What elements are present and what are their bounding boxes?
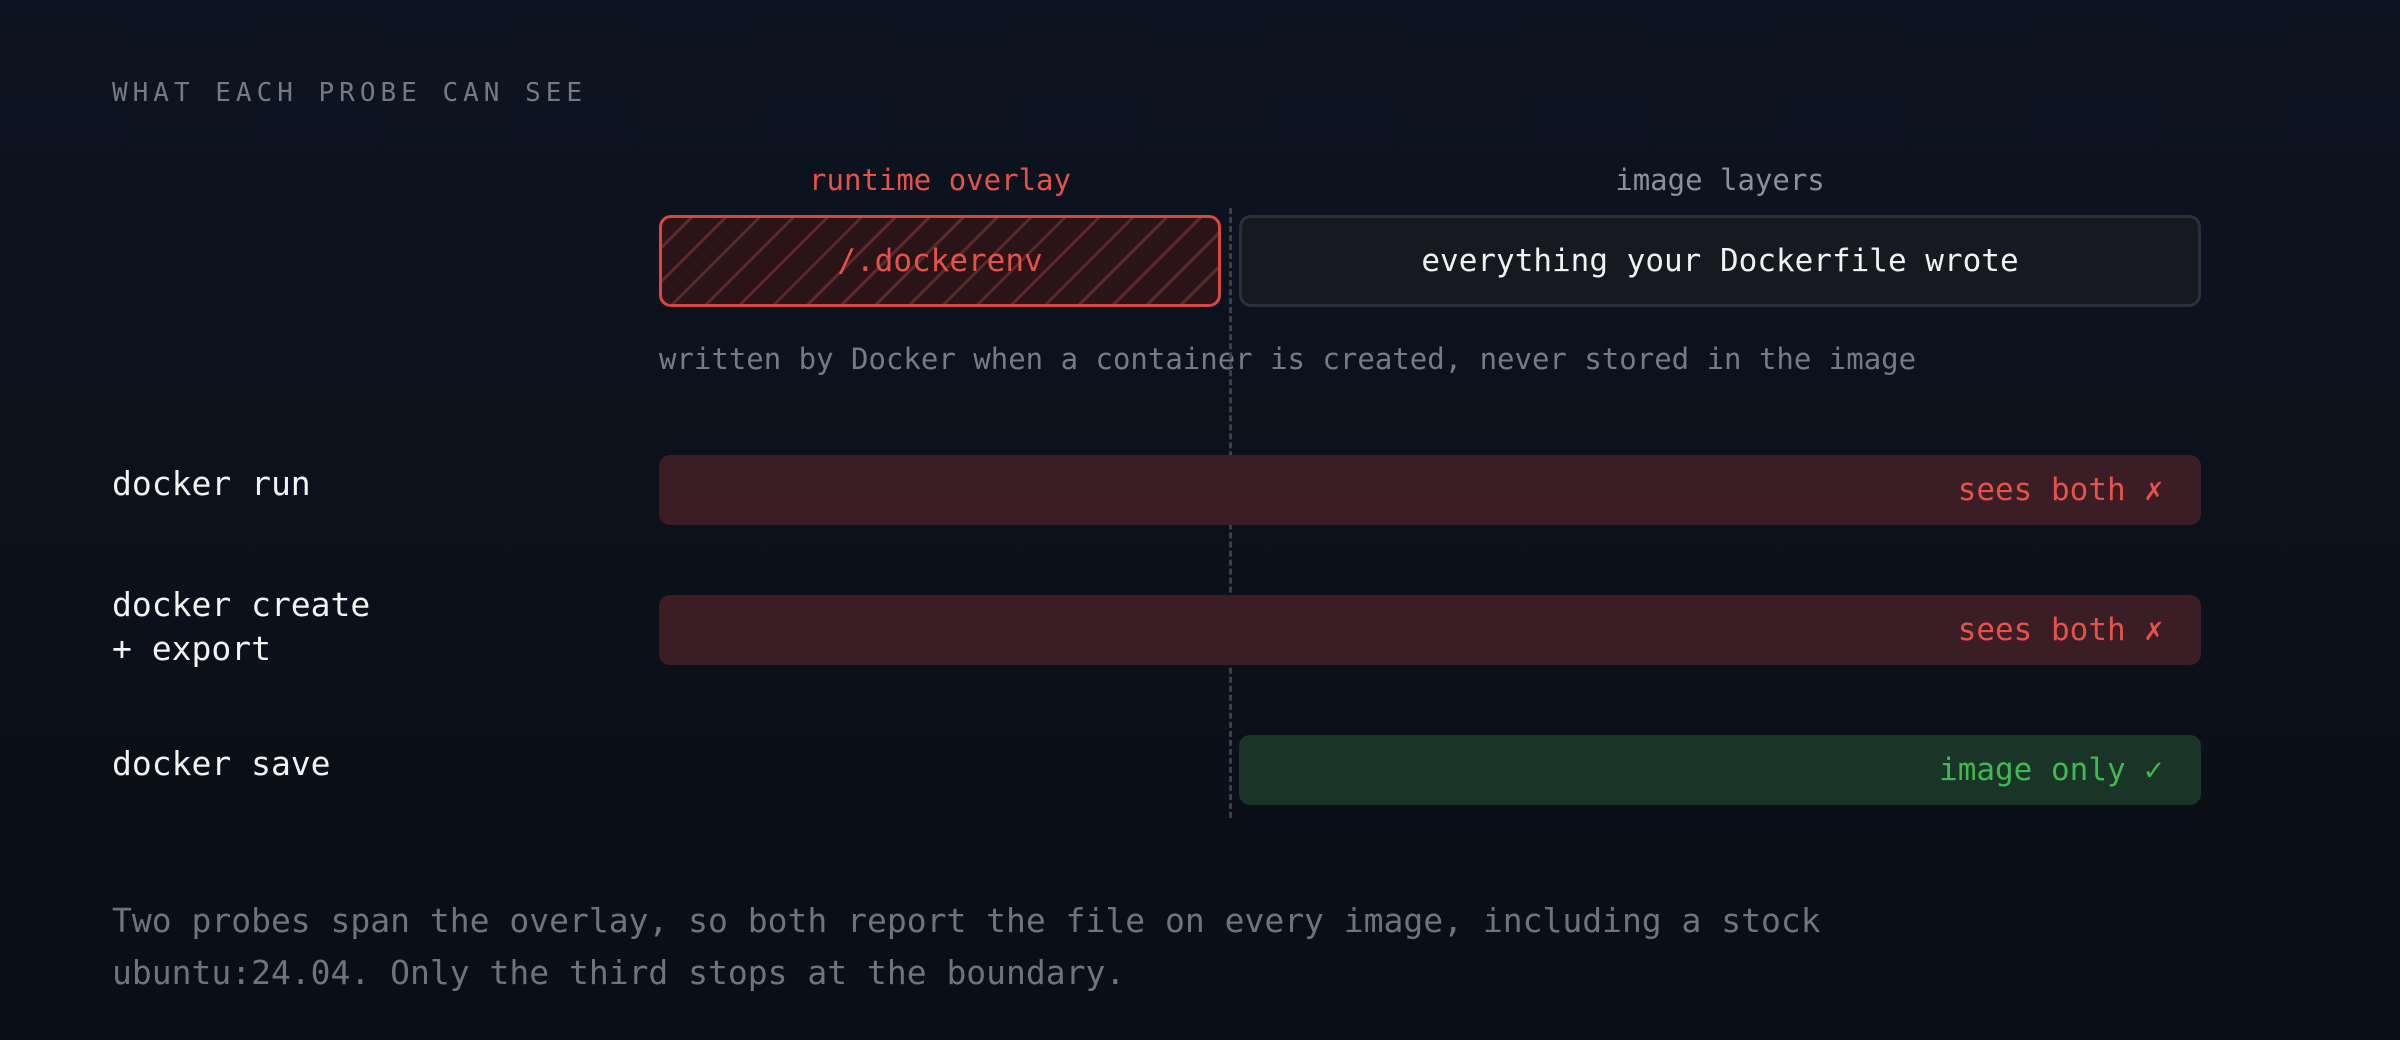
overlay-caption: written by Docker when a container is cr… (659, 342, 1917, 376)
image-layers-label: image layers (1615, 163, 1825, 197)
image-layers-box: everything your Dockerfile wrote (1239, 215, 2201, 307)
probe-bar-docker-create-export: sees both ✗ (659, 595, 2201, 665)
dockerenv-text: /.dockerenv (837, 243, 1043, 279)
probe-label-docker-save: docker save (112, 742, 331, 786)
runtime-overlay-label: runtime overlay (809, 163, 1071, 197)
diagram-heading: WHAT EACH PROBE CAN SEE (112, 78, 588, 108)
runtime-overlay-box: /.dockerenv (659, 215, 1221, 307)
footer-line: ubuntu:24.04. Only the third stops at th… (112, 953, 1126, 992)
probe-label-docker-run: docker run (112, 462, 311, 506)
footer-note: Two probes span the overlay, so both rep… (112, 895, 1912, 999)
probe-label-line: docker create (112, 585, 371, 624)
probe-bar-docker-save: image only ✓ (1239, 735, 2201, 805)
probe-bar-docker-run: sees both ✗ (659, 455, 2201, 525)
probe-result: sees both ✗ (1957, 612, 2163, 648)
probe-label-line: docker run (112, 464, 311, 503)
probe-result: image only ✓ (1939, 752, 2163, 788)
probe-result: sees both ✗ (1957, 472, 2163, 508)
probe-label-docker-create-export: docker create + export (112, 583, 370, 671)
probe-label-line: + export (112, 629, 271, 668)
footer-line: Two probes span the overlay, so both rep… (112, 901, 1821, 940)
dockerfile-contents-text: everything your Dockerfile wrote (1421, 243, 2019, 279)
probe-label-line: docker save (112, 744, 331, 783)
